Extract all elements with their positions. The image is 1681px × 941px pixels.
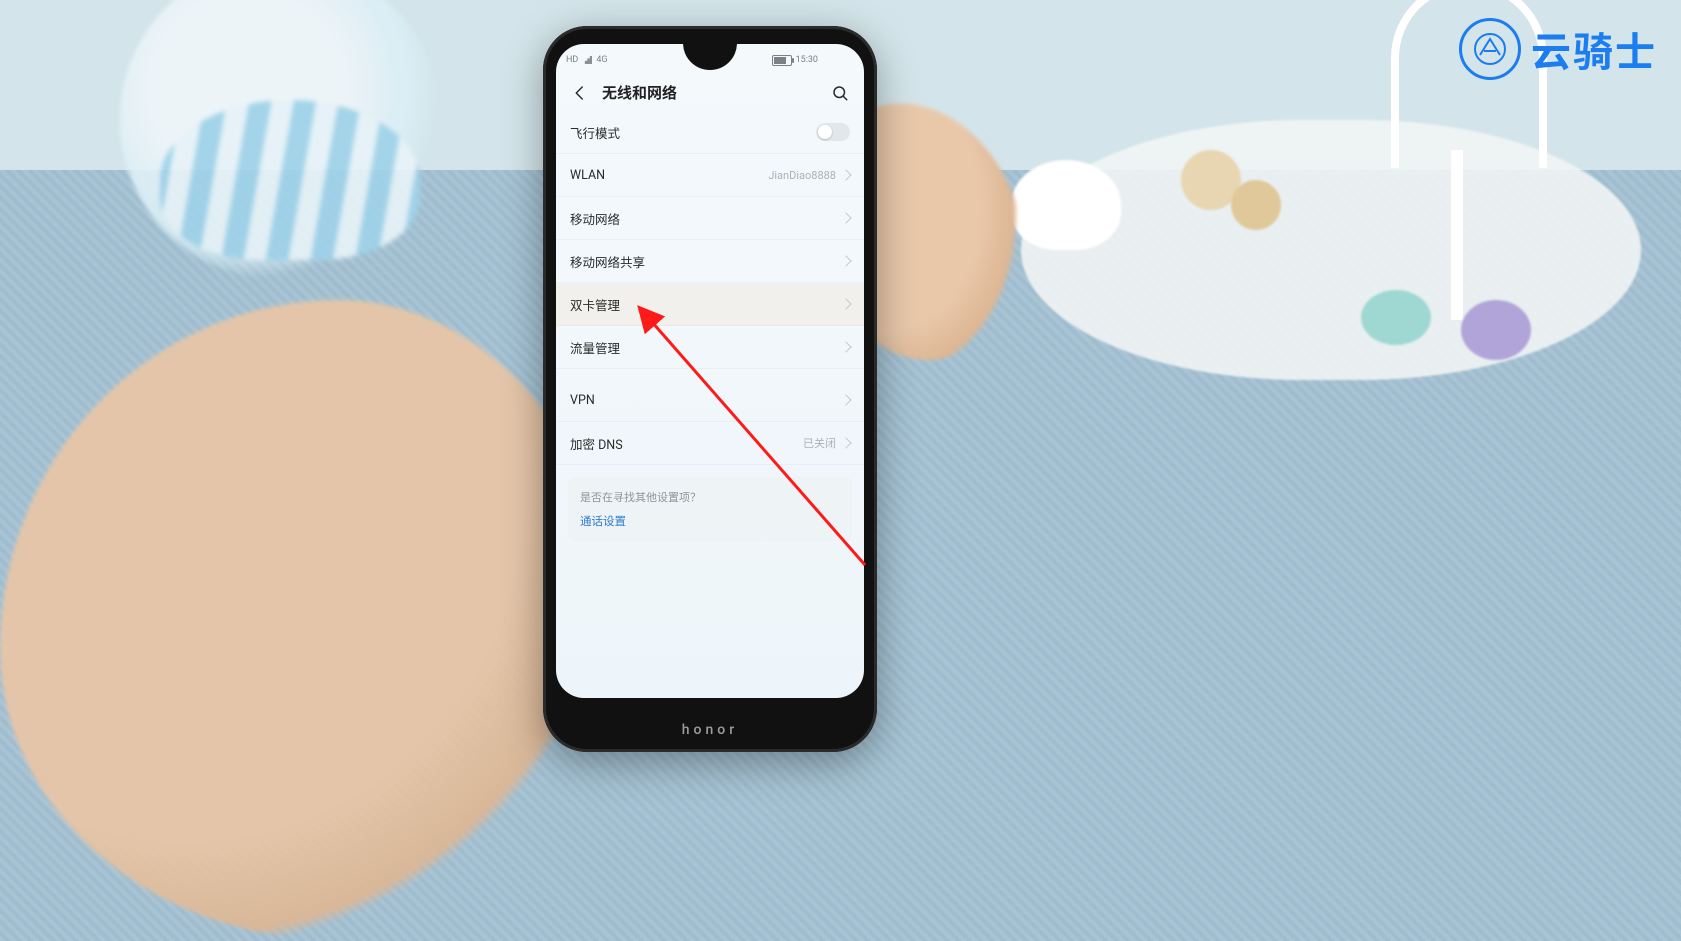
decor-flower <box>1361 290 1431 345</box>
row-label: WLAN <box>570 168 605 183</box>
phone-brand: honor <box>543 722 877 738</box>
search-hint-card: 是否在寻找其他设置项？ 通话设置 <box>568 477 852 541</box>
battery-icon <box>772 55 792 66</box>
row-label: 移动网络 <box>570 209 620 228</box>
search-button[interactable] <box>830 83 850 103</box>
status-time: 15:30 <box>796 55 818 65</box>
hint-question: 是否在寻找其他设置项？ <box>580 489 840 505</box>
title-bar: 无线和网络 <box>556 72 864 111</box>
chevron-right-icon <box>840 298 851 309</box>
chevron-right-icon <box>840 169 851 180</box>
decor-flower <box>1461 300 1531 360</box>
row-wlan[interactable]: WLAN JianDiao8888 <box>556 154 864 197</box>
decor-balls <box>1181 150 1301 250</box>
phone-screen: HD 4G 15:30 无线和网络 <box>556 44 864 698</box>
row-label: 飞行模式 <box>570 123 620 142</box>
chevron-right-icon <box>840 341 851 352</box>
row-value: 已关闭 <box>803 435 836 451</box>
status-network: 4G <box>596 55 607 65</box>
back-button[interactable] <box>570 83 590 103</box>
row-tethering[interactable]: 移动网络共享 <box>556 240 864 283</box>
watermark-icon <box>1459 18 1521 80</box>
signal-icon <box>582 56 592 64</box>
row-encrypted-dns[interactable]: 加密 DNS 已关闭 <box>556 422 864 465</box>
airplane-toggle[interactable] <box>816 123 850 141</box>
watermark: 云骑士 <box>1459 18 1657 80</box>
chevron-right-icon <box>840 212 851 223</box>
status-hd-badge: HD <box>566 55 578 65</box>
row-data-usage[interactable]: 流量管理 <box>556 326 864 369</box>
list-divider <box>556 369 864 379</box>
page-title: 无线和网络 <box>602 82 818 103</box>
chevron-right-icon <box>840 255 851 266</box>
row-dual-sim[interactable]: 双卡管理 <box>556 283 864 326</box>
watermark-text: 云骑士 <box>1531 20 1657 78</box>
chevron-right-icon <box>840 437 851 448</box>
row-label: 加密 DNS <box>570 434 623 453</box>
phone-device: HD 4G 15:30 无线和网络 <box>543 26 877 752</box>
row-label: 流量管理 <box>570 338 620 357</box>
row-mobile-network[interactable]: 移动网络 <box>556 197 864 240</box>
row-airplane-mode[interactable]: 飞行模式 <box>556 111 864 154</box>
hint-link-call-settings[interactable]: 通话设置 <box>580 513 840 529</box>
settings-list: 飞行模式 WLAN JianDiao8888 移动网络 移动网络共享 <box>556 111 864 541</box>
decor-swan <box>1011 160 1121 250</box>
chevron-right-icon <box>840 394 851 405</box>
row-label: 双卡管理 <box>570 295 620 314</box>
row-label: VPN <box>570 393 595 408</box>
row-vpn[interactable]: VPN <box>556 379 864 422</box>
row-value: JianDiao8888 <box>768 169 836 182</box>
row-label: 移动网络共享 <box>570 252 645 271</box>
tutorial-frame: 云骑士 HD 4G 15:30 无线和网络 <box>0 0 1681 941</box>
